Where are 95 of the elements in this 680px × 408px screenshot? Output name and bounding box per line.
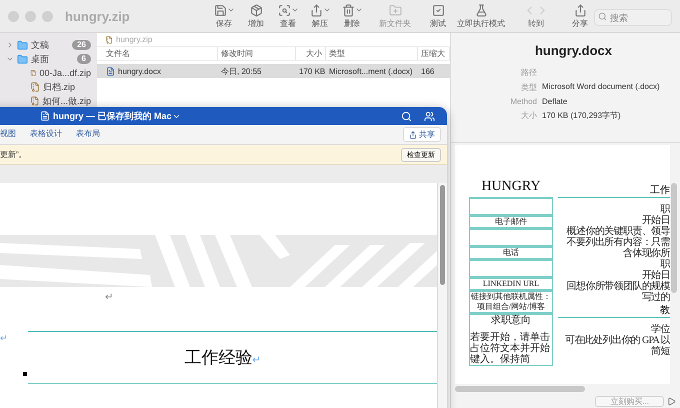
- resume-name: HUNGRY: [480, 179, 542, 195]
- search-icon: [598, 12, 607, 20]
- toolbar-button[interactable]: 立即执行模式: [456, 3, 506, 29]
- archive-icon: [30, 68, 36, 78]
- notice-text: 更新”。: [0, 149, 27, 160]
- paragraph-mark: ↵: [0, 333, 8, 344]
- document-icon: [40, 111, 50, 121]
- sidebar-item[interactable]: 文稿 26: [6, 39, 91, 51]
- column-header[interactable]: 大小: [296, 47, 326, 60]
- table-cell-text: 今日, 20:55: [220, 66, 262, 78]
- table-cell-text: 166: [420, 66, 436, 78]
- table-cell: 链接到其他联机属性：项目组合/网站/博客: [469, 290, 553, 313]
- column-header[interactable]: 类型: [326, 47, 418, 60]
- sidebar-item[interactable]: 桌面 6: [6, 53, 91, 65]
- toolbar-button[interactable]: 查看: [274, 3, 302, 29]
- checkbox-icon: [432, 4, 444, 16]
- count-badge: 26: [72, 40, 91, 50]
- body-text: 概述你的关键职责、领导: [566, 226, 670, 237]
- field-label: 路径: [520, 67, 537, 78]
- toolbar-button[interactable]: 增加: [242, 3, 270, 29]
- document-icon: [106, 66, 115, 76]
- close-button[interactable]: [8, 10, 19, 22]
- package-icon: [250, 4, 262, 16]
- section-heading: 教: [558, 305, 670, 318]
- toolbar-button[interactable]: 测试: [424, 3, 452, 29]
- search-icon[interactable]: [401, 110, 412, 122]
- field-label: 大小: [520, 110, 537, 121]
- count-badge: 6: [76, 54, 91, 64]
- sidebar-item[interactable]: 00-Ja...df.zip: [6, 67, 91, 79]
- table-cell-text: Microsoft...ment (.docx): [328, 66, 414, 78]
- folder-icon: [17, 40, 28, 50]
- field-value: 170 KB (170,293字节): [542, 110, 622, 121]
- body-text: 开始日: [642, 270, 670, 281]
- bullet-mark: [23, 372, 27, 376]
- toolbar-label: 转到: [528, 18, 544, 29]
- table-cell: hungry.docx: [103, 64, 218, 78]
- section-heading: 工作: [558, 185, 670, 198]
- body-text: 学位: [651, 324, 670, 335]
- column-header[interactable]: 修改时间: [218, 47, 296, 60]
- body-text: 回想你所带领团队的规模: [566, 281, 670, 292]
- share-icon: [409, 130, 417, 138]
- field-label: 类型: [520, 82, 537, 93]
- people-icon[interactable]: [424, 110, 435, 122]
- toolbar-button[interactable]: 保存: [210, 3, 238, 29]
- window-title: hungry.zip: [65, 8, 131, 24]
- folder-icon: [17, 54, 28, 64]
- body-text: 含体现你所: [622, 248, 670, 259]
- body-text: 可在此处列出你的 GPA 以: [564, 335, 670, 346]
- field-value: Deflate: [542, 97, 568, 106]
- scrollbar[interactable]: [455, 386, 585, 392]
- ribbon-tab[interactable]: 视图: [0, 128, 16, 141]
- body-text: 开始日: [642, 215, 670, 226]
- document-title[interactable]: hungry — 已保存到我的 Mac: [53, 110, 172, 122]
- file-row[interactable]: hungry.docx 今日, 20:55 170 KB Microsoft...ment (.docx) 166: [97, 64, 450, 78]
- section-heading: 工作经验↵: [184, 347, 261, 369]
- toolbar-button[interactable]: 解压: [306, 3, 334, 29]
- share-button[interactable]: 共享: [403, 127, 441, 142]
- body-text: 职: [660, 259, 670, 270]
- flask-icon: [474, 4, 488, 16]
- trash-icon: [342, 4, 354, 16]
- table-cell: 电话: [469, 246, 553, 259]
- column-header[interactable]: 文件名: [103, 47, 218, 60]
- chevron-right-icon[interactable]: [6, 41, 14, 49]
- table-cell: 电子邮件: [469, 215, 553, 228]
- file-title: hungry.docx: [534, 43, 614, 58]
- zoom-button[interactable]: [42, 10, 53, 22]
- magnifier-icon: [278, 4, 290, 16]
- play-icon[interactable]: [667, 396, 676, 406]
- minimize-button[interactable]: [25, 10, 36, 22]
- table-cell: 求职意向 若要开始，请单击占位符文本并开始键入。保持简: [469, 313, 553, 366]
- chevron-down-icon[interactable]: [6, 55, 14, 63]
- archive-icon: [30, 82, 40, 92]
- table-cell-text: 170 KB: [298, 66, 326, 78]
- sidebar-item[interactable]: 归档.zip: [6, 81, 91, 93]
- archive-icon: [30, 96, 40, 106]
- ribbon-tab[interactable]: 表布局: [76, 128, 100, 141]
- folder-plus-icon: [388, 4, 402, 16]
- paragraph-mark: ↵: [105, 292, 114, 303]
- scrollbar[interactable]: [671, 183, 677, 293]
- body-text: 不要列出所有内容：只需: [566, 237, 670, 248]
- scrollbar[interactable]: [440, 185, 445, 285]
- search-field[interactable]: 搜索: [594, 9, 672, 26]
- body-text: 写过的: [642, 292, 670, 303]
- body-text: 职: [660, 204, 670, 215]
- upload-icon: [310, 4, 322, 16]
- sidebar-item[interactable]: 如何...做.zip: [6, 95, 91, 107]
- toolbar-button[interactable]: 删除: [338, 3, 366, 29]
- ribbon-tab[interactable]: 表格设计: [30, 128, 62, 141]
- field-label: Method: [509, 97, 537, 106]
- archive-icon: [105, 36, 113, 44]
- toolbar-button[interactable]: 分享: [566, 3, 594, 29]
- body-text: 简短: [651, 346, 670, 357]
- share-icon: [574, 4, 586, 16]
- field-value: Microsoft Word document (.docx): [542, 82, 661, 93]
- table-cell: LINKEDIN URL: [469, 277, 553, 290]
